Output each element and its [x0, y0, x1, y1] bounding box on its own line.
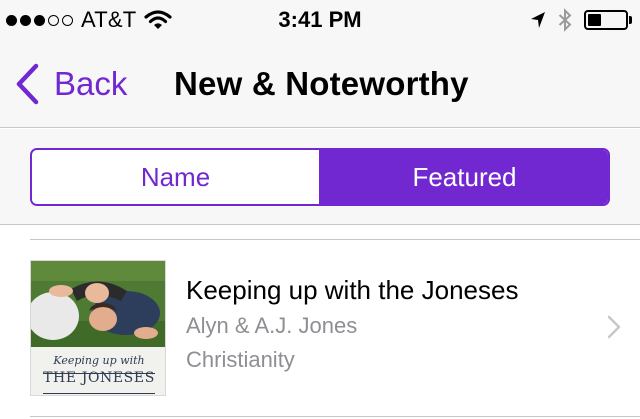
podcast-category: Christianity — [186, 347, 295, 372]
artwork-photo — [31, 261, 165, 347]
navigation-bar: Back New & Noteworthy — [0, 40, 640, 128]
signal-dot-empty — [62, 14, 73, 26]
battery-icon — [584, 10, 632, 30]
podcast-title: Keeping up with the Joneses — [186, 275, 519, 305]
status-left: AT&T — [6, 6, 173, 34]
battery-fill — [588, 14, 601, 26]
carrier-name: AT&T — [81, 7, 137, 32]
segmented-control: Name Featured — [30, 148, 610, 206]
segment-featured[interactable]: Featured — [321, 150, 608, 204]
location-arrow-icon — [530, 11, 546, 29]
signal-dot-filled — [6, 14, 17, 26]
list-separator — [30, 416, 640, 417]
back-button[interactable]: Back — [14, 62, 127, 106]
podcast-artwork: Keeping up with THE JONESES — [30, 260, 166, 396]
artwork-rule — [43, 393, 155, 394]
segment-area: Name Featured — [0, 129, 640, 225]
status-right — [530, 6, 632, 34]
back-label: Back — [54, 65, 128, 102]
signal-dot-filled — [20, 14, 31, 26]
signal-dot-empty — [48, 14, 59, 26]
artwork-banner: Keeping up with THE JONESES — [31, 347, 165, 395]
battery-cap — [629, 16, 632, 24]
podcast-list: Keeping up with THE JONESES Keeping up w… — [0, 225, 640, 419]
segment-name[interactable]: Name — [32, 150, 319, 204]
page-title: New & Noteworthy — [174, 65, 469, 102]
chevron-left-icon — [14, 63, 40, 105]
bluetooth-icon — [558, 8, 572, 32]
battery-body — [584, 10, 628, 30]
podcast-artist: Alyn & A.J. Jones — [186, 313, 358, 338]
artwork-script-text: Keeping up with — [53, 354, 145, 367]
signal-dot-filled — [34, 14, 45, 26]
list-item[interactable]: Keeping up with THE JONESES Keeping up w… — [0, 240, 640, 416]
status-bar: AT&T 3:41 PM — [0, 0, 640, 40]
wifi-icon — [144, 9, 173, 31]
artwork-rule — [43, 373, 155, 374]
chevron-right-icon — [606, 314, 622, 340]
